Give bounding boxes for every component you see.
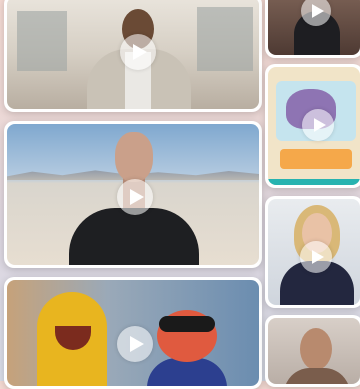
video-thumbnail — [7, 0, 259, 109]
video-card-side-4[interactable] — [265, 315, 360, 387]
video-card-side-2[interactable] — [265, 64, 360, 188]
video-thumbnail — [268, 67, 360, 185]
play-icon[interactable] — [117, 179, 153, 215]
video-card-desert-speaker[interactable] — [4, 121, 262, 268]
video-card-man-in-vest[interactable] — [4, 0, 262, 112]
video-thumbnail — [7, 280, 259, 386]
play-icon[interactable] — [120, 34, 156, 70]
play-icon[interactable] — [300, 241, 332, 273]
video-thumbnail — [268, 199, 360, 305]
video-thumbnail — [268, 0, 360, 55]
video-card-side-1[interactable] — [265, 0, 360, 58]
video-thumbnail — [7, 124, 259, 265]
video-card-side-3[interactable] — [265, 196, 360, 308]
play-icon[interactable] — [117, 326, 153, 362]
video-card-puppets[interactable] — [4, 277, 262, 389]
video-thumbnail — [268, 318, 360, 384]
play-icon[interactable] — [302, 109, 334, 141]
